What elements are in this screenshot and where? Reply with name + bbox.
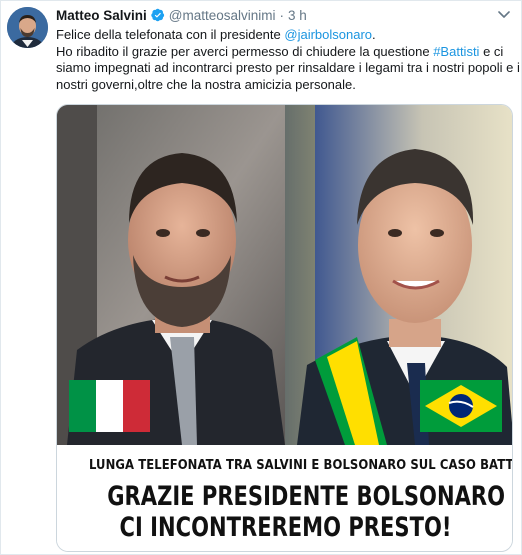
caption-headline-line-2: CI INCONTREREMO PRESTO!: [119, 512, 452, 543]
tweet-text-line-2: Ho ribadito il grazie per averci permess…: [56, 44, 516, 61]
caption-headline-line-1: GRAZIE PRESIDENTE BOLSONARO: [107, 481, 506, 512]
tweet-text-line-4: nostri governi,oltre che la nostra amici…: [56, 76, 356, 92]
mention-link[interactable]: @jairbolsonaro: [284, 27, 372, 42]
tweet-text-line-3: siamo impegnati ad incontrarci presto pe…: [56, 60, 520, 75]
photo-collage: [57, 105, 512, 445]
tweet-card[interactable]: Matteo Salvini @matteosalvinimi · 3 h Fe…: [0, 0, 522, 555]
text-fragment: e ci: [479, 43, 504, 59]
text-fragment: Felice della telefonata con il president…: [56, 27, 285, 42]
avatar[interactable]: [7, 7, 48, 48]
text-fragment: .: [372, 27, 376, 42]
tweet-text: Felice della telefonata con il president…: [56, 27, 520, 93]
chevron-down-icon[interactable]: [497, 7, 511, 21]
author-handle[interactable]: @matteosalvinimi: [169, 8, 276, 23]
tweet-header: Matteo Salvini @matteosalvinimi · 3 h: [56, 6, 307, 24]
caption-subtitle: LUNGA TELEFONATA TRA SALVINI E BOLSONARO…: [88, 457, 513, 473]
tweet-timestamp[interactable]: 3 h: [288, 8, 307, 23]
tweet-text-line-1: Felice della telefonata con il president…: [56, 27, 516, 44]
hashtag-link[interactable]: #Battisti: [433, 44, 479, 59]
image-caption: LUNGA TELEFONATA TRA SALVINI E BOLSONARO…: [57, 445, 513, 551]
author-name[interactable]: Matteo Salvini: [56, 8, 147, 23]
caption-headline: GRAZIE PRESIDENTE BOLSONARO CI INCONTRER…: [107, 481, 506, 543]
text-fragment: Ho ribadito il grazie per averci permess…: [56, 43, 434, 59]
tweet-media-image[interactable]: LUNGA TELEFONATA TRA SALVINI E BOLSONARO…: [56, 104, 513, 552]
verified-badge-icon: [151, 8, 164, 22]
separator-dot: ·: [279, 7, 285, 23]
